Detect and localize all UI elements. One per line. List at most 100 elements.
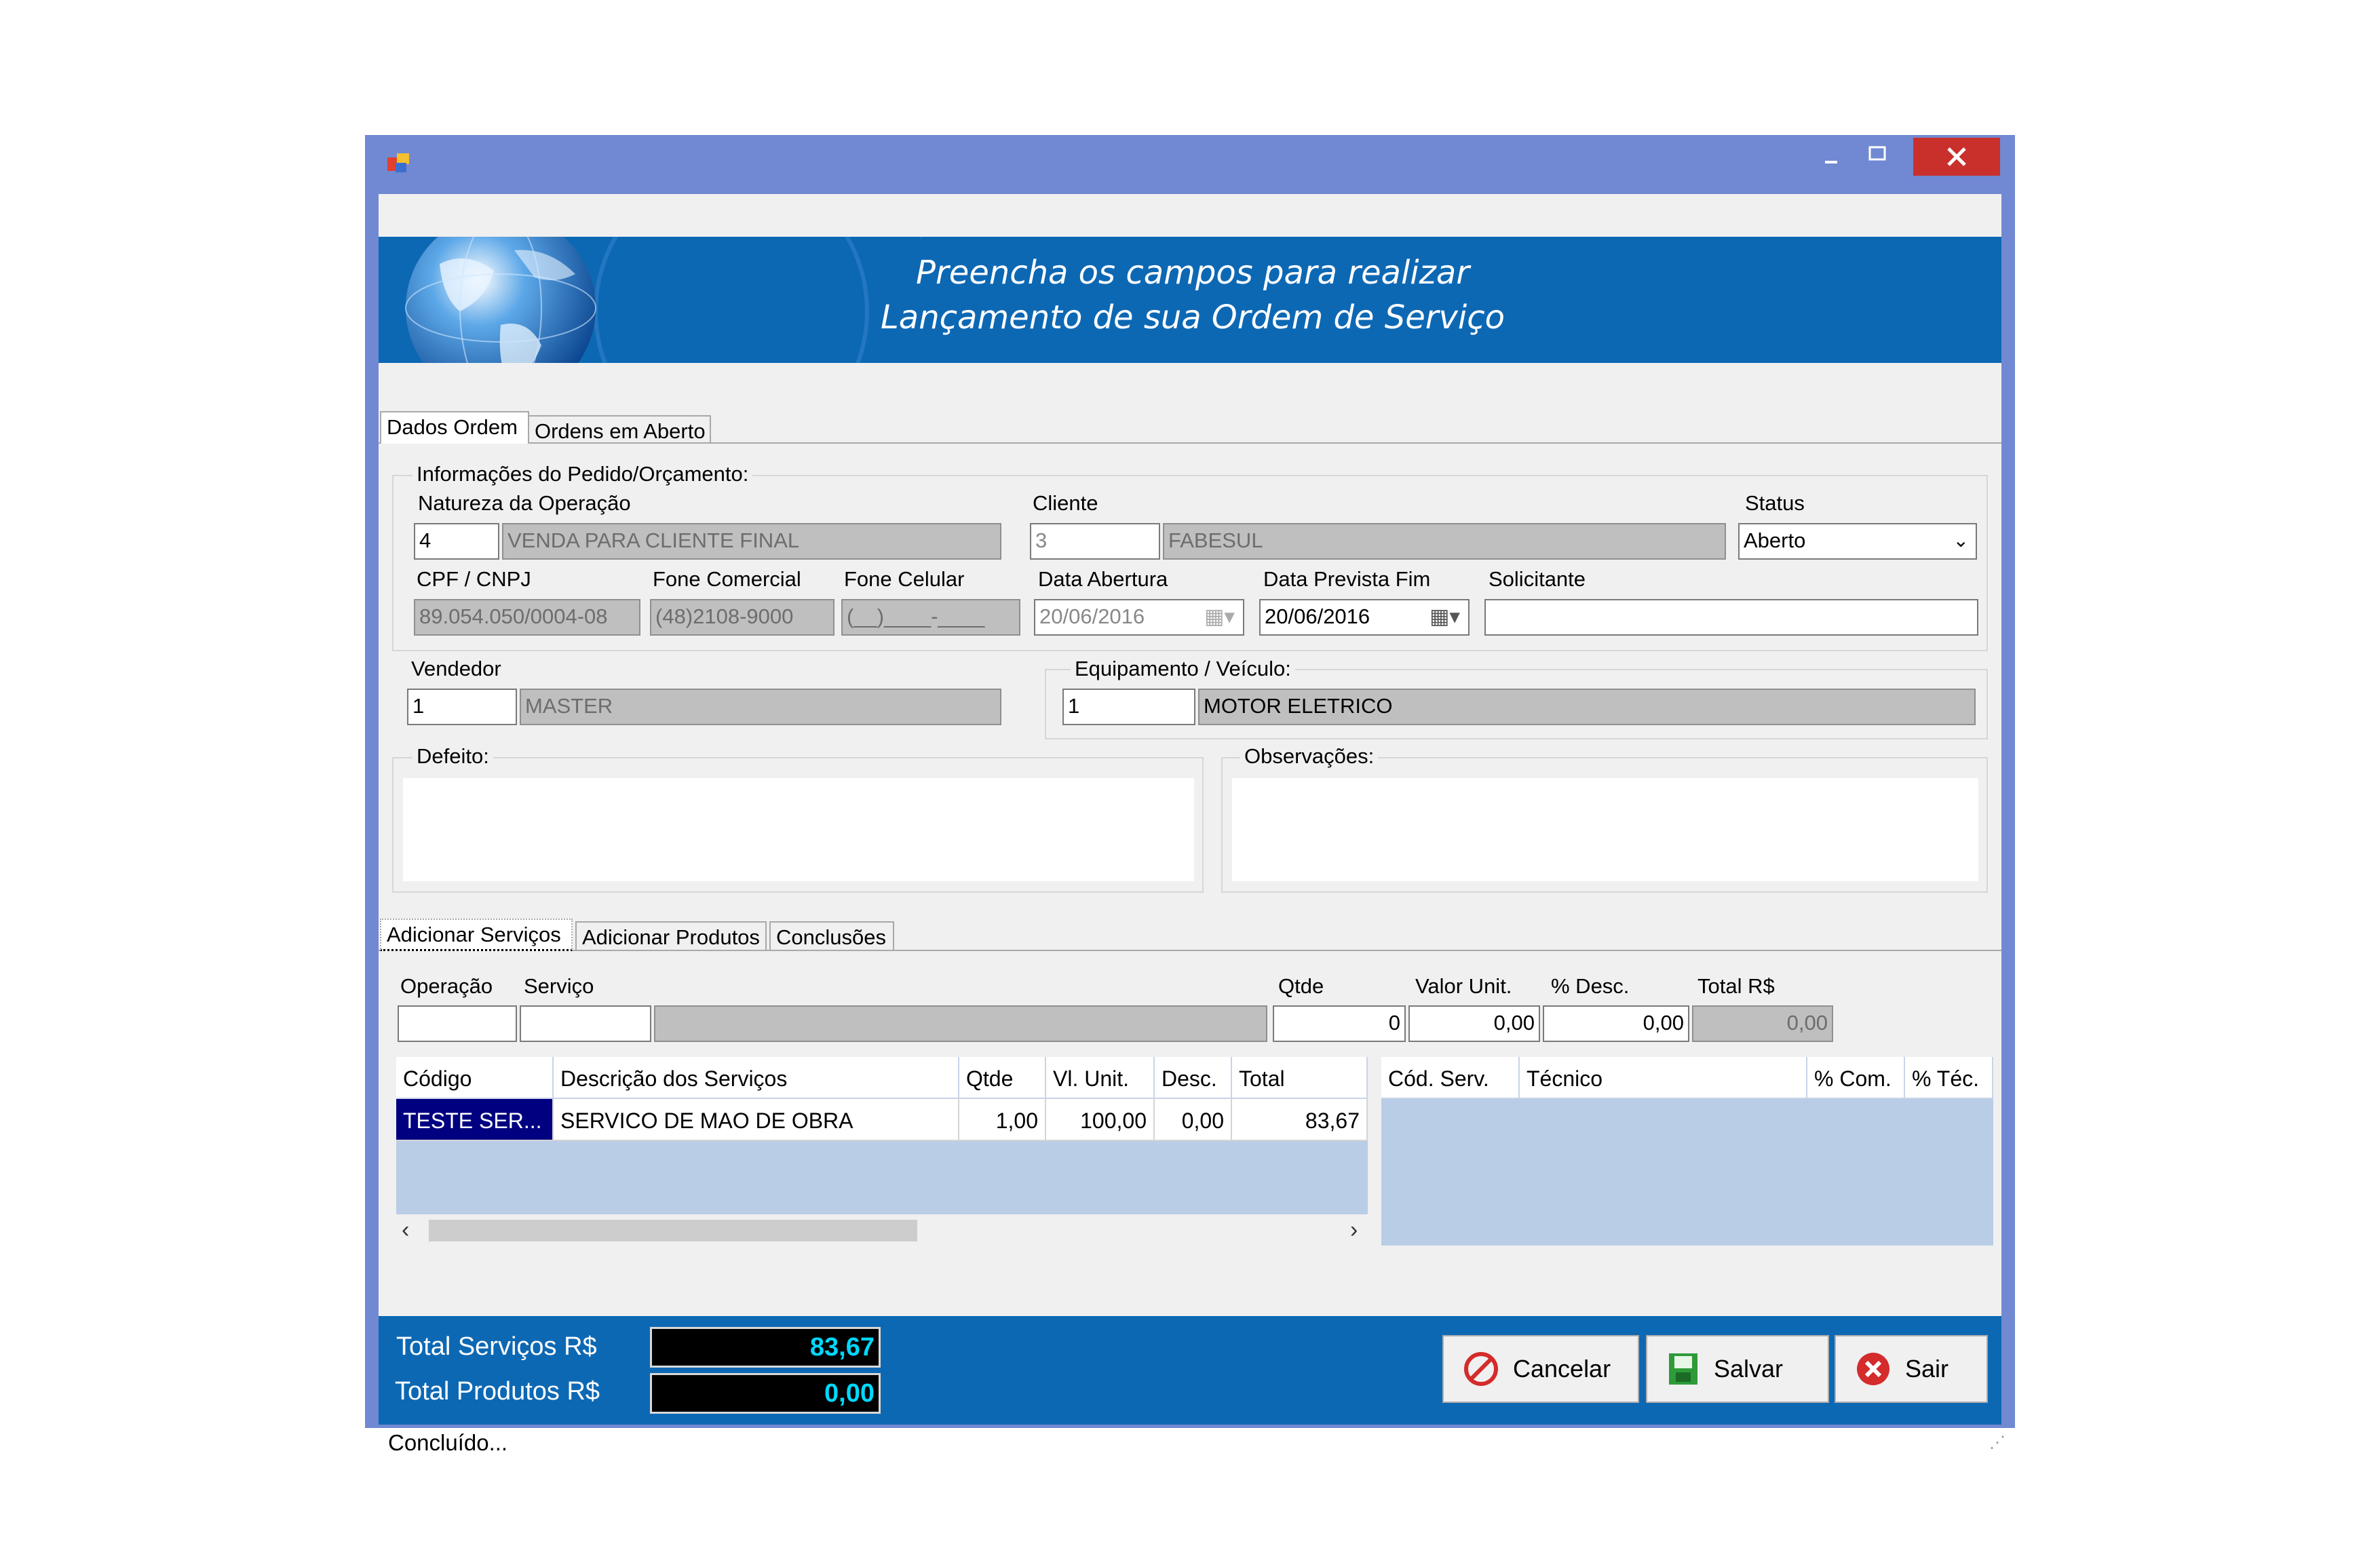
solicitante-input[interactable] bbox=[1484, 599, 1978, 636]
defeito-textarea[interactable] bbox=[403, 778, 1194, 881]
defeito-label: Defeito: bbox=[412, 744, 493, 769]
grid-header-codigo[interactable]: Código bbox=[396, 1057, 554, 1099]
status-bar: Concluído... ⋰ bbox=[379, 1426, 2011, 1460]
scroll-left-icon[interactable]: ‹ bbox=[402, 1217, 409, 1243]
qtde-input[interactable]: 0 bbox=[1273, 1005, 1406, 1042]
servico-input[interactable] bbox=[520, 1005, 651, 1042]
solicitante-label: Solicitante bbox=[1489, 567, 1586, 591]
cancel-label: Cancelar bbox=[1513, 1355, 1611, 1383]
banner-title: Preencha os campos para realizar Lançame… bbox=[786, 250, 1600, 340]
observacoes-label: Observações: bbox=[1240, 744, 1379, 769]
resize-grip-icon[interactable]: ⋰ bbox=[1989, 1426, 2005, 1460]
exit-button[interactable]: Sair bbox=[1835, 1335, 1988, 1403]
fone-comercial-label: Fone Comercial bbox=[653, 567, 801, 591]
exit-icon bbox=[1857, 1353, 1889, 1385]
chevron-down-icon[interactable]: ⌄ bbox=[1953, 524, 1969, 557]
header-banner: Preencha os campos para realizar Lançame… bbox=[379, 237, 2001, 363]
operacao-input[interactable] bbox=[398, 1005, 517, 1042]
operacao-label: Operação bbox=[400, 974, 493, 998]
servico-desc-field bbox=[654, 1005, 1267, 1042]
cpf-label: CPF / CNPJ bbox=[417, 567, 531, 591]
status-label: Status bbox=[1745, 491, 1805, 515]
scroll-right-icon[interactable]: › bbox=[1350, 1217, 1358, 1243]
fone-celular-field: (__)____-____ bbox=[841, 599, 1020, 636]
observacoes-textarea[interactable] bbox=[1232, 778, 1978, 881]
services-grid[interactable]: Código Descrição dos Serviços Qtde Vl. U… bbox=[396, 1057, 1368, 1214]
close-button[interactable] bbox=[1913, 138, 2000, 176]
cell-vl-unit[interactable]: 100,00 bbox=[1046, 1099, 1155, 1141]
tab-conclusoes[interactable]: Conclusões bbox=[769, 921, 894, 951]
natureza-desc-field: VENDA PARA CLIENTE FINAL bbox=[502, 523, 1001, 560]
horizontal-scrollbar[interactable]: ‹ › bbox=[396, 1214, 1368, 1246]
save-label: Salvar bbox=[1714, 1355, 1784, 1383]
servico-label: Serviço bbox=[524, 974, 594, 998]
grid-header-qtde[interactable]: Qtde bbox=[959, 1057, 1046, 1099]
cell-codigo[interactable]: TESTE SER... bbox=[396, 1099, 554, 1141]
save-button[interactable]: Salvar bbox=[1646, 1335, 1829, 1403]
totals-footer: Total Serviços R$ 83,67 Total Produtos R… bbox=[379, 1316, 2001, 1425]
vendedor-code-input[interactable]: 1 bbox=[407, 689, 517, 725]
desc-label: % Desc. bbox=[1551, 974, 1630, 998]
tab-adicionar-servicos[interactable]: Adicionar Serviços bbox=[380, 919, 573, 951]
exit-label: Sair bbox=[1905, 1355, 1949, 1383]
cliente-code-input[interactable]: 3 bbox=[1030, 523, 1160, 560]
total-servicos-label: Total Serviços R$ bbox=[396, 1332, 597, 1361]
cell-descricao[interactable]: SERVICO DE MAO DE OBRA bbox=[554, 1099, 959, 1141]
tab-adicionar-produtos[interactable]: Adicionar Produtos bbox=[575, 921, 767, 951]
grid-header-pct-tec[interactable]: % Téc. bbox=[1905, 1057, 1993, 1099]
pedido-group-label: Informações do Pedido/Orçamento: bbox=[412, 462, 753, 486]
valor-unit-label: Valor Unit. bbox=[1415, 974, 1512, 998]
grid-header-cod-serv[interactable]: Cód. Serv. bbox=[1381, 1057, 1520, 1099]
cliente-name-field: FABESUL bbox=[1163, 523, 1726, 560]
grid-header-pct-com[interactable]: % Com. bbox=[1807, 1057, 1905, 1099]
total-servicos-value: 83,67 bbox=[650, 1327, 881, 1368]
status-select[interactable]: Aberto ⌄ bbox=[1738, 523, 1977, 560]
grid-header-total[interactable]: Total bbox=[1232, 1057, 1368, 1099]
equipamento-label: Equipamento / Veículo: bbox=[1071, 657, 1295, 681]
cancel-icon bbox=[1464, 1352, 1498, 1386]
status-value: Aberto bbox=[1744, 528, 1806, 552]
cpf-field: 89.054.050/0004-08 bbox=[414, 599, 640, 636]
data-abertura-picker: 20/06/2016 ▦▾ bbox=[1034, 599, 1244, 636]
tab-divider bbox=[379, 442, 2001, 444]
table-row[interactable]: TESTE SER... SERVICO DE MAO DE OBRA 1,00… bbox=[396, 1099, 1368, 1141]
grid-header-vl-unit[interactable]: Vl. Unit. bbox=[1046, 1057, 1155, 1099]
tab-dados-ordem[interactable]: Dados Ordem bbox=[380, 411, 529, 444]
app-icon[interactable] bbox=[387, 153, 410, 174]
grid-header-tecnico[interactable]: Técnico bbox=[1520, 1057, 1807, 1099]
desc-input[interactable]: 0,00 bbox=[1543, 1005, 1689, 1042]
fone-celular-label: Fone Celular bbox=[844, 567, 965, 591]
grid-header-desc[interactable]: Desc. bbox=[1155, 1057, 1232, 1099]
grid-header-descricao[interactable]: Descrição dos Serviços bbox=[554, 1057, 959, 1099]
data-prevista-picker[interactable]: 20/06/2016 ▦▾ bbox=[1259, 599, 1470, 636]
total-produtos-label: Total Produtos R$ bbox=[395, 1377, 600, 1406]
calendar-icon[interactable]: ▦▾ bbox=[1429, 600, 1460, 633]
minimize-button[interactable] bbox=[1811, 138, 1849, 176]
data-abertura-value: 20/06/2016 bbox=[1039, 604, 1145, 628]
data-prevista-value: 20/06/2016 bbox=[1265, 604, 1370, 628]
cell-desc[interactable]: 0,00 bbox=[1155, 1099, 1232, 1141]
data-prevista-label: Data Prevista Fim bbox=[1263, 567, 1431, 591]
total-produtos-value: 0,00 bbox=[650, 1373, 881, 1414]
vendedor-label: Vendedor bbox=[411, 657, 501, 680]
cell-qtde[interactable]: 1,00 bbox=[959, 1099, 1046, 1141]
equipamento-code-input[interactable]: 1 bbox=[1062, 689, 1195, 725]
cancel-button[interactable]: Cancelar bbox=[1442, 1335, 1639, 1403]
banner-line-2: Lançamento de sua Ordem de Serviço bbox=[881, 298, 1505, 336]
save-icon bbox=[1669, 1353, 1697, 1385]
natureza-code-input[interactable]: 4 bbox=[414, 523, 499, 560]
maximize-button[interactable] bbox=[1858, 138, 1896, 176]
calendar-icon: ▦▾ bbox=[1204, 604, 1235, 628]
vendedor-name-field: MASTER bbox=[520, 689, 1001, 725]
cliente-label: Cliente bbox=[1033, 491, 1098, 515]
technician-grid[interactable]: Cód. Serv. Técnico % Com. % Téc. bbox=[1381, 1057, 1993, 1246]
banner-line-1: Preencha os campos para realizar bbox=[916, 254, 1470, 292]
status-text: Concluído... bbox=[388, 1430, 508, 1455]
scrollbar-thumb[interactable] bbox=[429, 1220, 917, 1241]
form-client-area: Preencha os campos para realizar Lançame… bbox=[379, 194, 2005, 1455]
tab-ordens-em-aberto[interactable]: Ordens em Aberto bbox=[528, 415, 711, 444]
natureza-label: Natureza da Operação bbox=[418, 491, 631, 515]
cell-total[interactable]: 83,67 bbox=[1232, 1099, 1368, 1141]
valor-unit-input[interactable]: 0,00 bbox=[1408, 1005, 1540, 1042]
fone-comercial-field: (48)2108-9000 bbox=[650, 599, 834, 636]
